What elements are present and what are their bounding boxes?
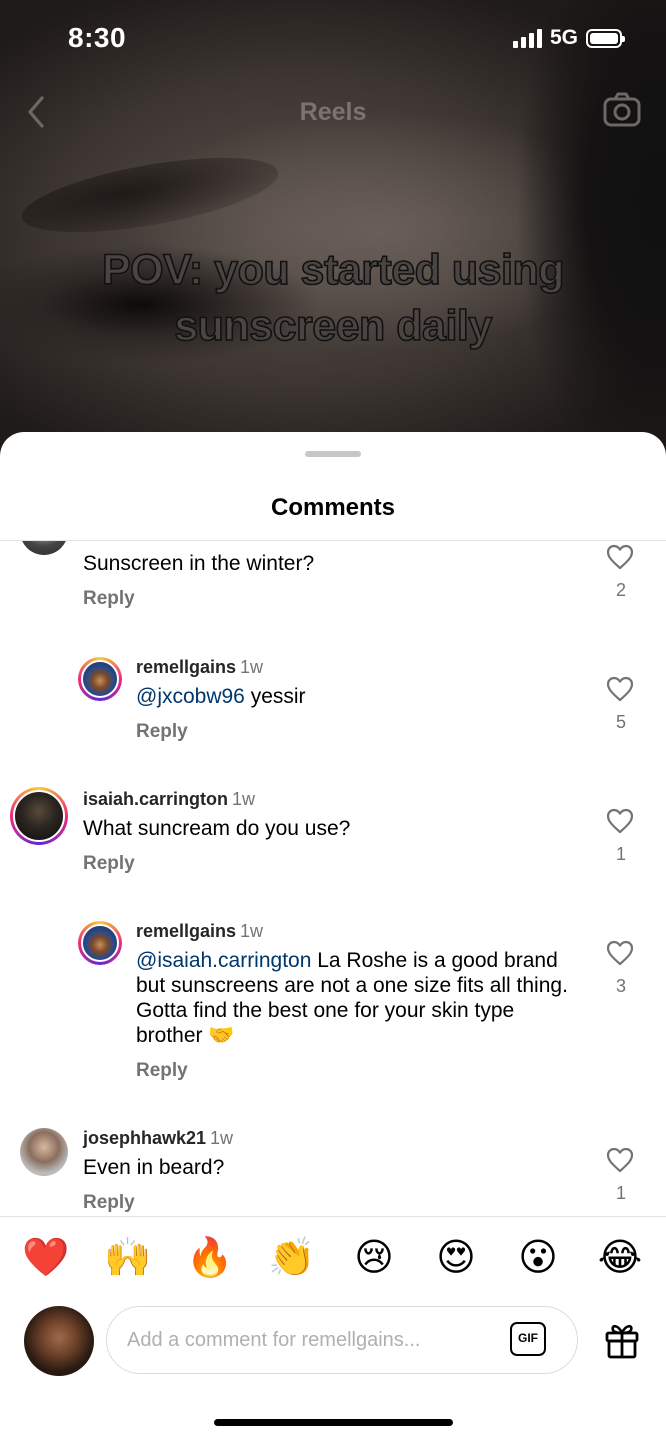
- emoji-laughing-button[interactable]: 😂: [595, 1232, 645, 1282]
- mention-link[interactable]: @isaiah.carrington: [136, 949, 311, 972]
- emoji-heart-eyes-button[interactable]: 😍: [431, 1232, 481, 1282]
- emoji-clap-button[interactable]: 👏: [267, 1232, 317, 1282]
- camera-icon[interactable]: [602, 90, 642, 130]
- heart-icon[interactable]: [606, 544, 634, 570]
- comment-username[interactable]: josephhawk21: [83, 1128, 206, 1148]
- video-face-brow: [16, 142, 284, 248]
- status-indicators: 5G: [512, 26, 625, 50]
- like-count: 1: [615, 1183, 626, 1203]
- reply-button[interactable]: Reply: [136, 721, 188, 743]
- like-count: 2: [615, 580, 626, 600]
- caption-line-2: sunscreen daily: [173, 301, 493, 351]
- sheet-grabber-handle[interactable]: [305, 451, 361, 457]
- comment-time: 1w: [240, 921, 264, 941]
- comment-item: Sunscreen in the winter? Reply 2: [0, 541, 666, 641]
- caption-line-1: POV: you started using: [101, 245, 565, 295]
- emoji-surprised-button[interactable]: 😮: [513, 1232, 563, 1282]
- heart-icon[interactable]: [606, 1147, 634, 1173]
- comment-username[interactable]: isaiah.carrington: [83, 789, 228, 809]
- gif-button[interactable]: GIF: [510, 1322, 546, 1356]
- comment-item: isaiah.carrington 1w What suncream do you…: [0, 785, 666, 905]
- emoji-heart-button[interactable]: ❤️: [21, 1232, 71, 1282]
- divider: [0, 1216, 666, 1217]
- my-avatar[interactable]: [24, 1306, 94, 1376]
- reply-comment-item: remellgains 1w @jxcobw96 yessir Reply 5: [0, 653, 666, 773]
- like-count: 1: [615, 844, 626, 864]
- heart-icon[interactable]: [606, 808, 634, 834]
- reply-button[interactable]: Reply: [83, 1192, 135, 1214]
- comment-text: Sunscreen in the winter?: [83, 552, 315, 575]
- comment-time: 1w: [240, 657, 264, 677]
- video-header: Reels: [0, 88, 666, 136]
- like-control[interactable]: 2: [606, 544, 636, 601]
- like-count: 3: [615, 976, 626, 996]
- comment-input[interactable]: [106, 1306, 578, 1374]
- like-count: 5: [615, 712, 626, 732]
- video-caption-overlay: POV: you started using sunscreen daily: [0, 242, 666, 354]
- emoji-crying-button[interactable]: 😢: [349, 1232, 399, 1282]
- like-control[interactable]: 3: [606, 940, 636, 997]
- avatar[interactable]: [78, 657, 122, 701]
- network-type: 5G: [549, 26, 578, 49]
- comment-text: Even in beard?: [83, 1156, 225, 1179]
- avatar[interactable]: [78, 921, 122, 965]
- reply-comment-item: remellgains 1w @isaiah.carrington La Rosh…: [0, 917, 666, 1107]
- like-control[interactable]: 5: [606, 676, 636, 733]
- comment-text: @isaiah.carrington La Roshe is a good br…: [136, 949, 568, 1047]
- comments-list[interactable]: Sunscreen in the winter? Reply 2 remellg…: [0, 541, 666, 1216]
- heart-icon[interactable]: [606, 676, 634, 702]
- comment-text: What suncream do you use?: [83, 817, 351, 840]
- reply-button[interactable]: Reply: [83, 588, 135, 610]
- status-bar: 8:30 5G: [0, 0, 666, 76]
- battery-icon: [586, 28, 625, 48]
- comment-time: 1w: [210, 1128, 234, 1148]
- like-control[interactable]: 1: [606, 808, 636, 865]
- comment-item: josephhawk21 1w Even in beard? Reply 1: [0, 1124, 666, 1216]
- comment-username[interactable]: remellgains: [136, 921, 236, 941]
- like-control[interactable]: 1: [606, 1147, 636, 1204]
- comments-sheet: Comments Sunscreen in the winter? Reply …: [0, 432, 666, 1440]
- comment-username[interactable]: remellgains: [136, 657, 236, 677]
- reply-button[interactable]: Reply: [136, 1060, 188, 1082]
- avatar[interactable]: [10, 787, 68, 845]
- emoji-raised-hands-button[interactable]: 🙌: [103, 1232, 153, 1282]
- comment-composer: GIF: [0, 1302, 666, 1382]
- emoji-fire-button[interactable]: 🔥: [185, 1232, 235, 1282]
- sheet-title: Comments: [270, 494, 396, 521]
- avatar[interactable]: [20, 1128, 68, 1176]
- comment-text: @jxcobw96 yessir: [136, 685, 306, 708]
- reply-button[interactable]: Reply: [83, 853, 135, 875]
- home-indicator[interactable]: [214, 1419, 453, 1426]
- gift-icon[interactable]: [604, 1320, 640, 1360]
- comment-time: 1w: [232, 789, 256, 809]
- quick-emoji-bar: ❤️ 🙌 🔥 👏 😢 😍 😮 😂: [0, 1232, 666, 1288]
- header-title: Reels: [299, 98, 367, 126]
- avatar[interactable]: [20, 541, 68, 555]
- status-time: 8:30: [68, 22, 127, 53]
- heart-icon[interactable]: [606, 940, 634, 966]
- mention-link[interactable]: @jxcobw96: [136, 685, 245, 708]
- signal-icon: [512, 28, 542, 48]
